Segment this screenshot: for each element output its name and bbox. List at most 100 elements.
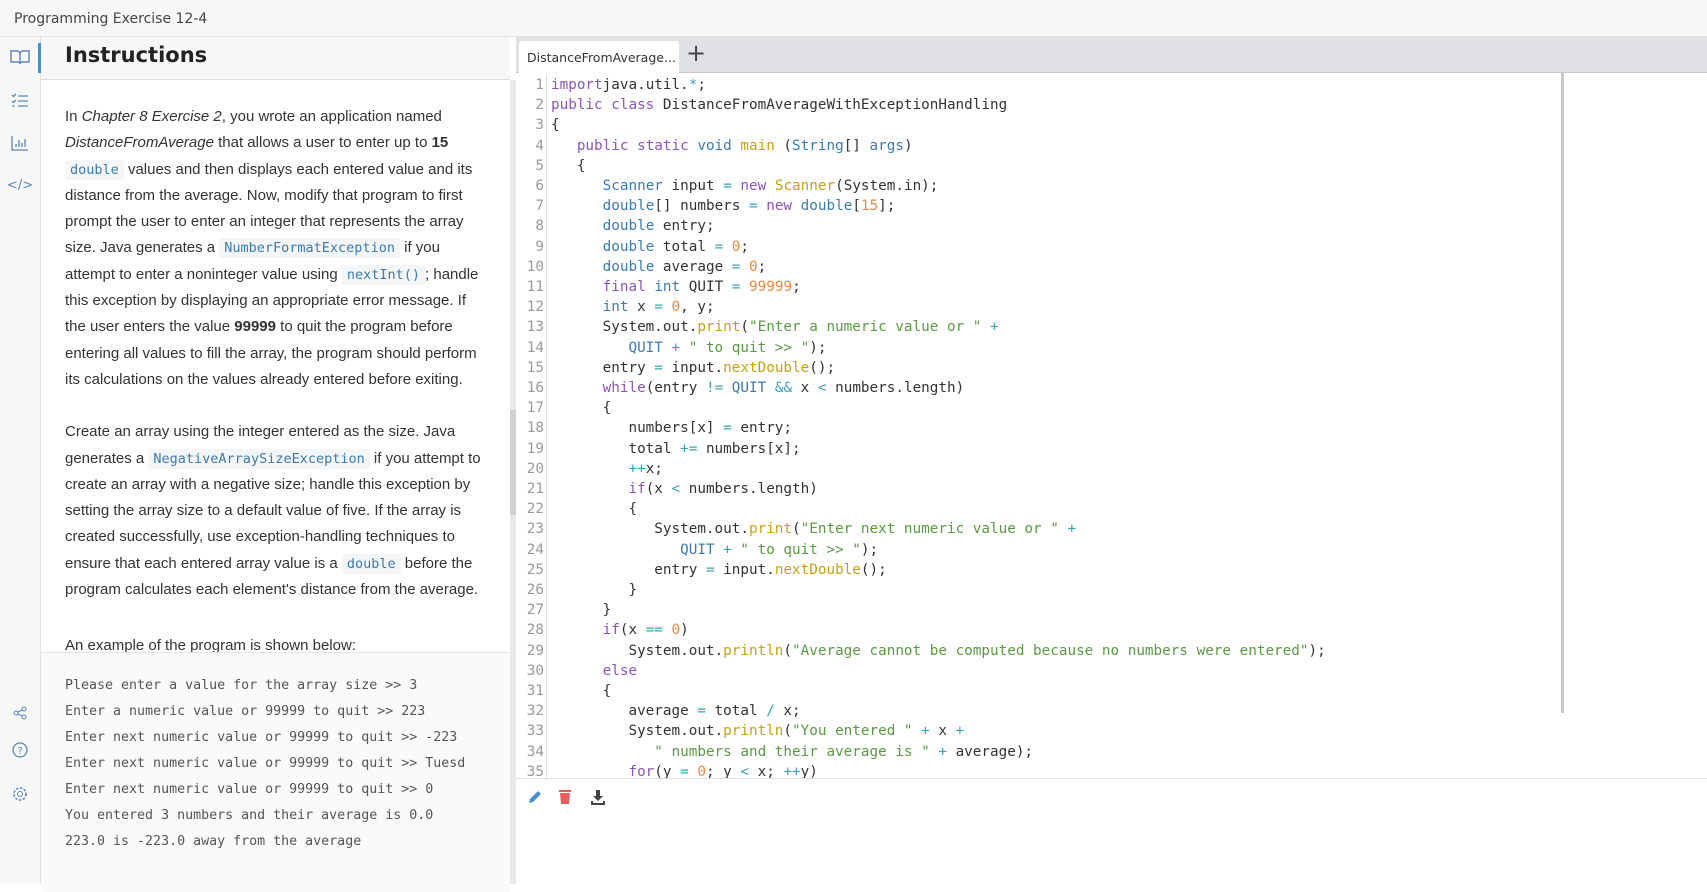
tab-file[interactable]: DistanceFromAverage... bbox=[519, 41, 679, 73]
code-token: + bbox=[921, 723, 930, 740]
code-token: numbers[x]; bbox=[697, 440, 801, 457]
code-token: "Enter a numeric value or " bbox=[748, 319, 982, 336]
console-line: You entered 3 numbers and their average … bbox=[65, 808, 434, 823]
code-token: QUIT bbox=[680, 279, 732, 295]
code-text: public class DistanceFromAverageWithExce… bbox=[551, 95, 1007, 115]
code-token: " numbers and their average is " bbox=[654, 743, 930, 760]
code-token: args bbox=[869, 137, 904, 154]
inline-code: nextInt() bbox=[341, 264, 426, 285]
code-token: } bbox=[551, 582, 638, 598]
code-token: = bbox=[749, 198, 758, 215]
code-token: + bbox=[671, 339, 681, 356]
text-segment: In bbox=[65, 108, 82, 125]
code-token: java.util. bbox=[602, 77, 689, 93]
line-number: 15 bbox=[526, 359, 544, 376]
line-number: 4 bbox=[535, 137, 544, 154]
code-text: { bbox=[551, 499, 637, 519]
chart-icon[interactable] bbox=[9, 132, 31, 154]
code-token: new bbox=[766, 198, 793, 215]
line-number: 13 bbox=[526, 319, 544, 336]
code-token: < bbox=[671, 481, 681, 497]
code-token: String bbox=[792, 137, 844, 154]
code-token: + bbox=[723, 541, 732, 558]
line-number: 21 bbox=[526, 481, 544, 497]
line-number: 10 bbox=[526, 258, 544, 275]
code-token: input. bbox=[662, 359, 724, 376]
settings-icon[interactable] bbox=[9, 783, 31, 805]
code-token: int bbox=[654, 279, 681, 295]
code-token: x bbox=[792, 380, 818, 396]
console-line: Enter next numeric value or 99999 to qui… bbox=[65, 782, 434, 797]
code-token: + bbox=[990, 319, 999, 336]
code-token: "You entered " bbox=[792, 723, 913, 740]
code-token: average bbox=[551, 703, 698, 720]
code-token: ]; bbox=[878, 198, 896, 215]
code-text: public static void main (String[] args) bbox=[551, 136, 913, 156]
line-number: 9 bbox=[535, 238, 544, 255]
code-token: ; bbox=[740, 238, 750, 255]
code-text: double entry; bbox=[551, 216, 715, 236]
line-number: 24 bbox=[526, 541, 544, 558]
code-token: x; bbox=[645, 460, 663, 477]
code-area[interactable]: 1 importjava.util.*; 2 public class Distanc… bbox=[516, 74, 1707, 814]
inline-code: NegativeArraySizeException bbox=[148, 448, 370, 469]
code-token: / bbox=[766, 703, 775, 720]
delete-icon[interactable] bbox=[556, 788, 576, 808]
share-icon[interactable] bbox=[9, 702, 31, 724]
code-text: total += numbers[x]; bbox=[551, 439, 801, 459]
line-number: 30 bbox=[526, 662, 544, 679]
help-icon[interactable]: ? bbox=[9, 739, 31, 761]
line-number: 22 bbox=[526, 501, 544, 518]
code-token: entry; bbox=[731, 420, 793, 437]
book-icon[interactable] bbox=[9, 46, 31, 68]
code-token: ( bbox=[792, 521, 801, 538]
tab-bar: DistanceFromAverage... + bbox=[516, 37, 1707, 73]
code-token: println bbox=[723, 723, 784, 740]
instructions-body: In Chapter 8 Exercise 2, you wrote an ap… bbox=[41, 80, 510, 660]
code-text: final int QUIT = 99999; bbox=[551, 277, 801, 297]
code-token: = bbox=[723, 178, 732, 194]
code-text: entry = input.nextDouble(); bbox=[551, 358, 835, 378]
add-tab-button[interactable]: + bbox=[686, 39, 706, 67]
checklist-icon[interactable] bbox=[9, 90, 31, 112]
code-token: ( bbox=[783, 723, 793, 740]
line-number: 19 bbox=[526, 440, 544, 457]
console-line: Enter next numeric value or 99999 to qui… bbox=[65, 730, 458, 745]
line-number: 25 bbox=[526, 561, 544, 578]
code-token: 0 bbox=[671, 299, 681, 316]
editor-toolbar bbox=[516, 778, 1707, 884]
download-icon[interactable] bbox=[589, 788, 609, 808]
code-text: " numbers and their average is " + avera… bbox=[551, 742, 1033, 762]
code-text: double[] numbers = new double[15]; bbox=[551, 196, 896, 216]
text-segment: DistanceFromAverage bbox=[65, 134, 214, 152]
code-token: ) bbox=[903, 137, 913, 154]
code-token: { bbox=[551, 400, 612, 417]
code-token: nextDouble bbox=[774, 561, 861, 578]
code-token: numbers[x] bbox=[551, 420, 724, 437]
line-number: 32 bbox=[526, 703, 544, 720]
edit-icon[interactable] bbox=[526, 788, 546, 808]
window-title: Programming Exercise 12-4 bbox=[0, 0, 1707, 37]
line-number: 31 bbox=[526, 683, 544, 699]
code-text: { bbox=[551, 398, 612, 418]
code-token: != bbox=[705, 380, 724, 396]
example-output: Please enter a value for the array size … bbox=[41, 652, 510, 892]
code-token: ; bbox=[792, 279, 801, 295]
code-token: new bbox=[740, 178, 767, 194]
code-icon[interactable]: </> bbox=[7, 174, 33, 196]
code-text: double total = 0; bbox=[551, 237, 749, 257]
code-text: numbers[x] = entry; bbox=[551, 418, 792, 438]
editor-scrollbar[interactable] bbox=[1561, 73, 1564, 713]
line-number: 33 bbox=[526, 723, 544, 740]
line-number: 5 bbox=[535, 157, 544, 174]
